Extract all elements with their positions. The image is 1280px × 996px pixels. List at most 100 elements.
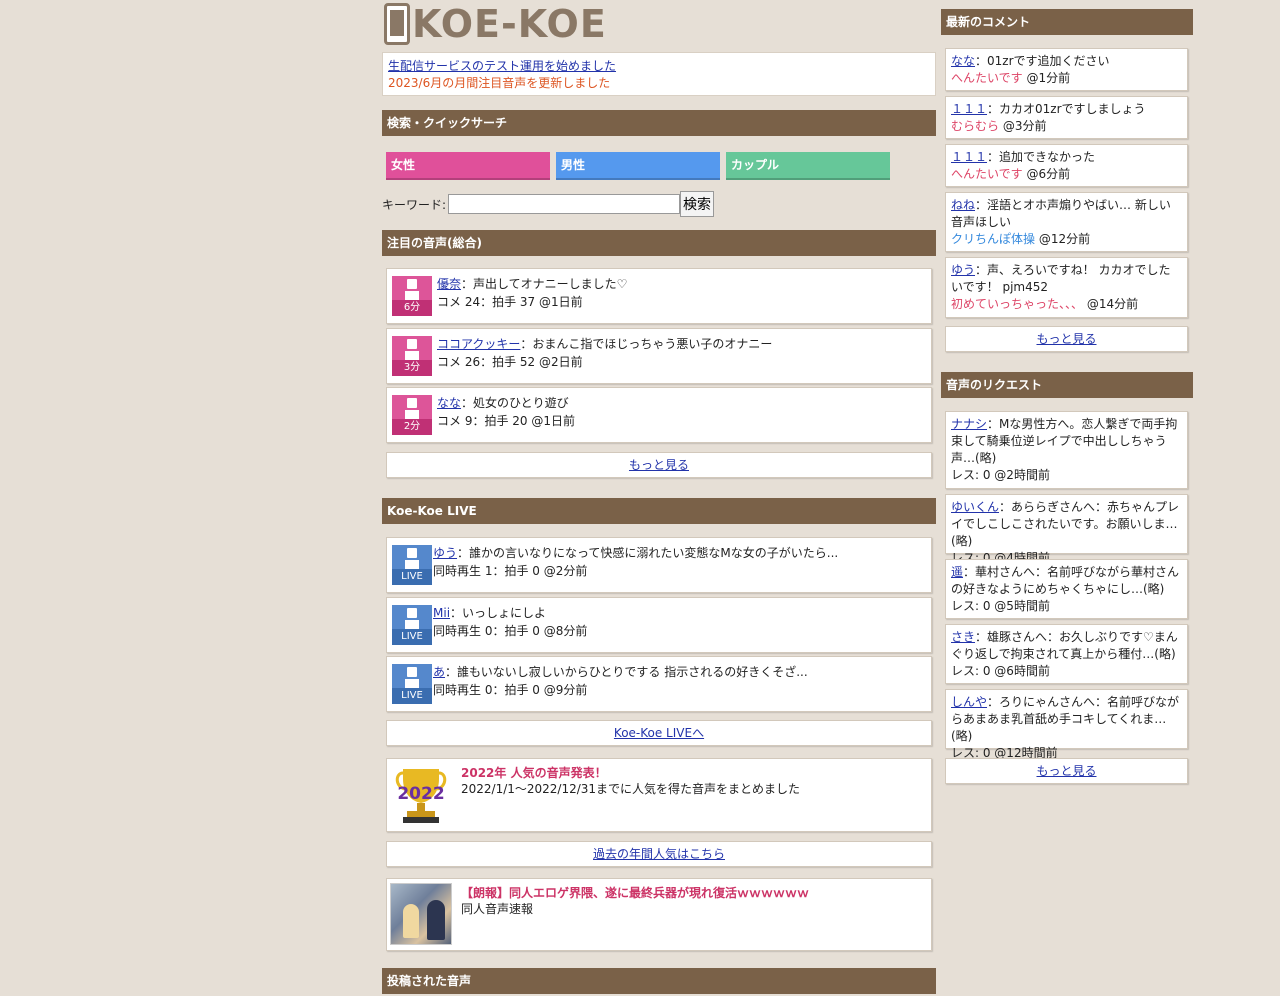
award-title[interactable]: 2022年 人気の音声発表！: [461, 765, 607, 781]
request-user-link[interactable]: ゆいくん: [951, 500, 999, 514]
featured-item[interactable]: 2分 なな：処女のひとり遊び コメ 9：拍手 20 @1日前: [386, 387, 932, 443]
award-year: 2022: [397, 784, 444, 804]
comment-text: ：カカオ01zrですしましょう: [987, 102, 1146, 116]
category-male-button[interactable]: 男性: [556, 152, 720, 180]
keyword-label: キーワード:: [382, 198, 447, 212]
comment-item: ねね：淫語とオホ声煽りやばい… 新しい音声ほしい クリちんぽ体操 @12分前: [945, 192, 1188, 252]
voice-title: ：声出してオナニーしました♡: [461, 277, 628, 291]
site-logo[interactable]: KOE-KOE: [384, 2, 607, 46]
ad-thumbnail[interactable]: [390, 883, 452, 945]
user-link[interactable]: 優奈: [437, 277, 461, 291]
live-item[interactable]: LIVE Mii：いっしょにしよ 同時再生 0：拍手 0 @8分前: [386, 597, 932, 653]
ad-banner[interactable]: 【朗報】同人エロゲ界隈、遂に最終兵器が現れ復活ｗｗｗｗｗｗ 同人音声速報: [386, 878, 932, 951]
request-item: さき：雄豚さんへ：お久しぶりです♡まんぐり返しで拘束されて真上から種付…(略) …: [945, 624, 1188, 684]
featured-more-button[interactable]: もっと見る: [386, 452, 932, 478]
comment-target-link[interactable]: むらむら: [951, 119, 999, 133]
request-item: しんや：ろりにゃんさんへ：名前呼びながらあまあま乳首舐め手コキしてくれま…(略)…: [945, 689, 1188, 760]
user-link[interactable]: あ: [433, 665, 445, 679]
comment-text: ：追加できなかった: [987, 150, 1096, 164]
request-user-link[interactable]: ナナシ: [951, 417, 987, 431]
live-section-header: Koe-Koe LIVE: [382, 498, 936, 524]
user-link[interactable]: Mii: [433, 606, 450, 620]
news-link-1[interactable]: 生配信サービスのテスト運用を始めました: [388, 59, 616, 73]
request-item: 遥：華村さんへ：名前呼びながら華村さんの好きなようにめちゃくちゃにし…(略) レ…: [945, 559, 1188, 619]
live-item[interactable]: LIVE ゆう：誰かの言いなりになって快感に溺れたい変態なMな女の子がいたら..…: [386, 537, 932, 593]
comment-target-link[interactable]: へんたいです: [951, 167, 1023, 181]
request-user-link[interactable]: しんや: [951, 695, 987, 709]
live-stats: 同時再生 0：拍手 0 @9分前: [433, 683, 588, 697]
award-more-link[interactable]: 過去の年間人気はこちら: [593, 847, 725, 861]
posted-section-header: 投稿された音声: [382, 968, 936, 994]
ad-source: 同人音声速報: [461, 902, 534, 916]
live-title: ：誰かの言いなりになって快感に溺れたい変態なMな女の子がいたら...: [457, 546, 839, 560]
comment-time: @3分前: [999, 119, 1047, 133]
award-more-button[interactable]: 過去の年間人気はこちら: [386, 841, 932, 867]
live-more-button[interactable]: Koe-Koe LIVEへ: [386, 720, 932, 746]
user-link[interactable]: ゆう: [433, 546, 457, 560]
voice-stats: コメ 26：拍手 52 @2日前: [437, 355, 583, 369]
live-more-link[interactable]: Koe-Koe LIVEへ: [614, 726, 704, 740]
comments-more-button[interactable]: もっと見る: [945, 326, 1188, 352]
search-section-header: 検索・クイックサーチ: [382, 110, 936, 136]
comment-time: @1分前: [1022, 71, 1071, 85]
category-couple-button[interactable]: カップル: [726, 152, 890, 180]
voice-stats: コメ 24：拍手 37 @1日前: [437, 295, 583, 309]
live-badge: LIVE: [392, 688, 432, 704]
duration-label: 2分: [392, 419, 432, 435]
requests-more-link[interactable]: もっと見る: [1036, 764, 1096, 778]
comment-user-link[interactable]: １１１: [951, 102, 987, 116]
comment-user-link[interactable]: なな: [951, 54, 975, 68]
comments-section-header: 最新のコメント: [941, 9, 1193, 35]
comment-user-link[interactable]: ねね: [951, 198, 975, 212]
comment-target-link[interactable]: 初めていっちゃった、、、: [951, 297, 1083, 311]
voice-title: ：処女のひとり遊び: [461, 396, 569, 410]
request-user-link[interactable]: 遥: [951, 565, 963, 579]
comment-text: ：声、えろいですね！ カカオでしたいです！ pjm452: [951, 263, 1171, 294]
comment-user-link[interactable]: １１１: [951, 150, 987, 164]
news-box: 生配信サービスのテスト運用を始めました 2023/6月の月間注目音声を更新しまし…: [382, 52, 936, 96]
requests-more-button[interactable]: もっと見る: [945, 758, 1188, 784]
comment-time: @12分前: [1035, 232, 1091, 246]
request-stats: レス: 0 @5時間前: [951, 599, 1050, 613]
duration-label: 6分: [392, 300, 432, 316]
comments-more-link[interactable]: もっと見る: [1036, 332, 1096, 346]
comment-time: @14分前: [1083, 297, 1139, 311]
user-link[interactable]: ココアクッキー: [437, 337, 520, 351]
featured-section-header: 注目の音声(総合): [382, 230, 936, 256]
featured-item[interactable]: 3分 ココアクッキー：おまんこ指でほじっちゃう悪い子のオナニー コメ 26：拍手…: [386, 328, 932, 384]
comment-user-link[interactable]: ゆう: [951, 263, 975, 277]
live-badge: LIVE: [392, 629, 432, 645]
comment-time: @6分前: [1022, 167, 1071, 181]
keyword-input[interactable]: [448, 194, 680, 214]
requests-section-header: 音声のリクエスト: [941, 372, 1193, 398]
comment-text: ：淫語とオホ声煽りやばい… 新しい音声ほしい: [951, 198, 1171, 229]
live-avatar-icon: LIVE: [392, 605, 432, 645]
live-title: ：誰もいないし寂しいからひとりでする 指示されるの好きくそざ...: [445, 665, 808, 679]
featured-item[interactable]: 6分 優奈：声出してオナニーしました♡ コメ 24：拍手 37 @1日前: [386, 268, 932, 324]
category-female-button[interactable]: 女性: [386, 152, 550, 180]
award-banner[interactable]: 2022 2022年 人気の音声発表！ 2022/1/1～2022/12/31ま…: [386, 758, 932, 832]
user-link[interactable]: なな: [437, 396, 461, 410]
duration-label: 3分: [392, 360, 432, 376]
request-text: ：雄豚さんへ：お久しぶりです♡まんぐり返しで拘束されて真上から種付…(略): [951, 630, 1178, 661]
female-avatar-icon: 2分: [392, 395, 432, 435]
live-stats: 同時再生 0：拍手 0 @8分前: [433, 624, 588, 638]
ad-title[interactable]: 【朗報】同人エロゲ界隈、遂に最終兵器が現れ復活ｗｗｗｗｗｗ: [461, 885, 809, 901]
comment-target-link[interactable]: へんたいです: [951, 71, 1023, 85]
featured-more-link[interactable]: もっと見る: [629, 458, 689, 472]
live-item[interactable]: LIVE あ：誰もいないし寂しいからひとりでする 指示されるの好きくそざ... …: [386, 656, 932, 712]
live-avatar-icon: LIVE: [392, 664, 432, 704]
request-user-link[interactable]: さき: [951, 630, 975, 644]
comment-target-link[interactable]: クリちんぽ体操: [951, 232, 1035, 246]
comment-item: なな：01zrです追加ください へんたいです @1分前: [945, 48, 1188, 91]
search-button[interactable]: 検索: [680, 191, 714, 217]
live-title: ：いっしょにしよ: [450, 606, 547, 620]
request-text: ：華村さんへ：名前呼びながら華村さんの好きなようにめちゃくちゃにし…(略): [951, 565, 1180, 596]
female-avatar-icon: 6分: [392, 276, 432, 316]
request-item: ナナシ：Mな男性方へ。恋人繋ぎで両手拘束して騎乗位逆レイプで中出ししちゃう声…(…: [945, 411, 1188, 489]
female-avatar-icon: 3分: [392, 336, 432, 376]
comment-item: １１１：カカオ01zrですしましょう むらむら @3分前: [945, 96, 1188, 139]
live-avatar-icon: LIVE: [392, 545, 432, 585]
request-stats: レス: 0 @2時間前: [951, 468, 1050, 482]
live-badge: LIVE: [392, 569, 432, 585]
